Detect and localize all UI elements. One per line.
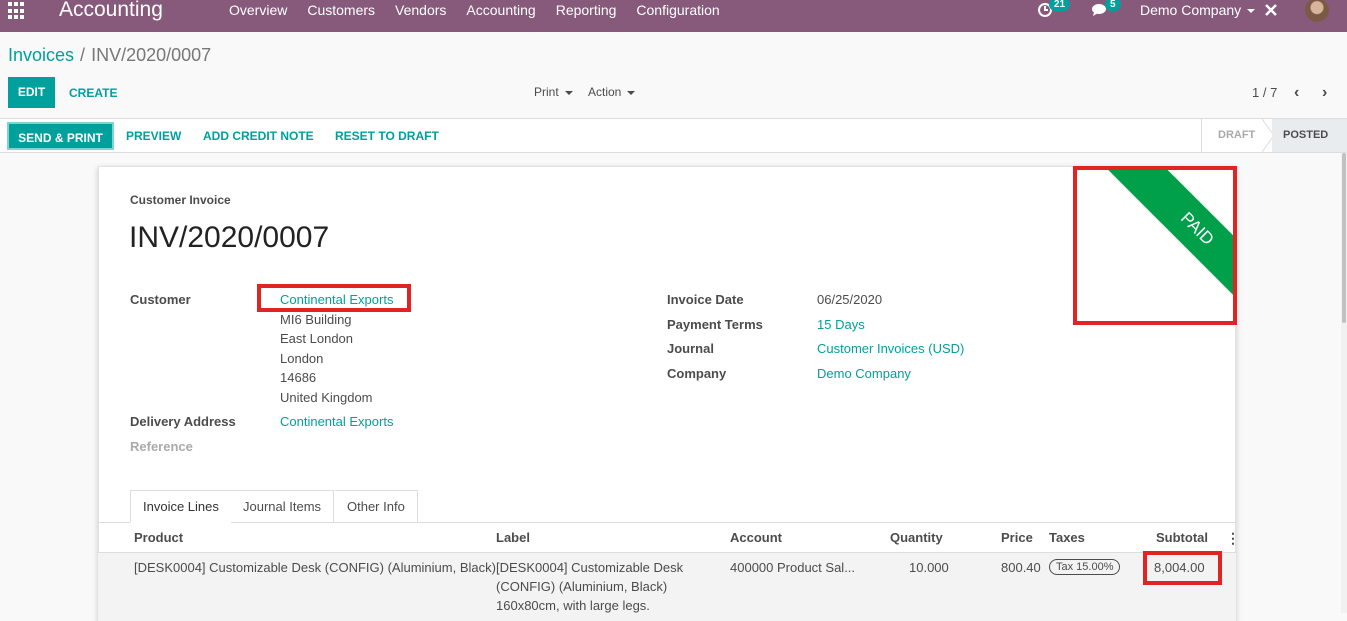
breadcrumb-separator: / bbox=[80, 45, 86, 65]
send-print-button[interactable]: SEND & PRINT bbox=[7, 122, 114, 150]
stage-draft[interactable]: DRAFT bbox=[1201, 119, 1263, 152]
cell-label-line: (CONFIG) (Aluminium, Black) bbox=[496, 579, 668, 594]
tax-badge: Tax 15.00% bbox=[1049, 559, 1121, 575]
col-subtotal[interactable]: Subtotal bbox=[1156, 530, 1208, 545]
preview-button[interactable]: PREVIEW bbox=[126, 129, 181, 143]
col-taxes[interactable]: Taxes bbox=[1049, 530, 1085, 545]
main-menu: Overview Customers Vendors Accounting Re… bbox=[219, 2, 730, 18]
invoice-date-label: Invoice Date bbox=[667, 292, 744, 307]
address-line: United Kingdom bbox=[280, 390, 373, 405]
breadcrumb: Invoices / INV/2020/0007 bbox=[8, 45, 211, 66]
tab-other-info[interactable]: Other Info bbox=[335, 490, 418, 523]
col-price[interactable]: Price bbox=[1001, 530, 1033, 545]
journal-link[interactable]: Customer Invoices (USD) bbox=[817, 341, 964, 356]
activity-count-badge: 21 bbox=[1049, 0, 1071, 11]
print-label: Print bbox=[534, 85, 559, 99]
apps-menu-icon[interactable] bbox=[8, 2, 26, 20]
cell-account: 400000 Product Sal... bbox=[730, 560, 856, 575]
highlight-subtotal-box bbox=[1143, 551, 1222, 585]
menu-overview[interactable]: Overview bbox=[219, 2, 297, 18]
stage-posted-label: POSTED bbox=[1283, 129, 1329, 141]
cell-label-line: [DESK0004] Customizable Desk bbox=[496, 560, 684, 575]
address-line: 14686 bbox=[280, 370, 317, 385]
column-options-icon[interactable]: ⋮ bbox=[1226, 530, 1240, 547]
menu-customers[interactable]: Customers bbox=[297, 2, 385, 18]
scrollbar-thumb[interactable] bbox=[1342, 153, 1346, 323]
caret-down-icon bbox=[1247, 9, 1256, 14]
add-credit-note-button[interactable]: ADD CREDIT NOTE bbox=[203, 129, 314, 143]
highlight-customer-box bbox=[257, 284, 411, 312]
menu-accounting[interactable]: Accounting bbox=[456, 2, 545, 18]
user-avatar[interactable] bbox=[1305, 0, 1329, 22]
app-brand[interactable]: Accounting bbox=[59, 0, 163, 22]
highlight-paid-box bbox=[1073, 166, 1237, 325]
delivery-address-link[interactable]: Continental Exports bbox=[280, 414, 393, 429]
menu-configuration[interactable]: Configuration bbox=[626, 2, 729, 18]
systray: 21 5 Demo Company bbox=[1027, 0, 1347, 32]
invoice-type-label: Customer Invoice bbox=[130, 193, 231, 207]
edit-button[interactable]: EDIT bbox=[8, 77, 55, 108]
col-quantity[interactable]: Quantity bbox=[890, 530, 943, 545]
action-dropdown[interactable]: Action bbox=[588, 85, 636, 99]
action-label: Action bbox=[588, 85, 622, 99]
address-line: East London bbox=[280, 331, 354, 346]
payment-terms-link[interactable]: 15 Days bbox=[817, 317, 865, 332]
cell-product: [DESK0004] Customizable Desk (CONFIG) (A… bbox=[134, 560, 496, 575]
cell-label-line: 160x80cm, with large legs. bbox=[496, 598, 650, 613]
company-link[interactable]: Demo Company bbox=[817, 366, 911, 381]
top-navbar: Accounting Overview Customers Vendors Ac… bbox=[0, 0, 1347, 32]
menu-reporting[interactable]: Reporting bbox=[546, 2, 627, 18]
breadcrumb-current: INV/2020/0007 bbox=[91, 45, 212, 65]
stage-draft-label: DRAFT bbox=[1218, 129, 1256, 141]
col-account[interactable]: Account bbox=[730, 530, 782, 545]
pager-value[interactable]: 1 / 7 bbox=[1252, 85, 1277, 100]
delivery-address-label: Delivery Address bbox=[130, 414, 236, 429]
company-switcher[interactable]: Demo Company bbox=[1140, 2, 1256, 18]
journal-label: Journal bbox=[667, 341, 714, 356]
caret-down-icon bbox=[627, 90, 636, 95]
message-count-badge: 5 bbox=[1105, 0, 1121, 11]
tab-journal-items[interactable]: Journal Items bbox=[231, 490, 335, 523]
debug-tools-icon[interactable] bbox=[1263, 2, 1279, 21]
page-scrollbar[interactable] bbox=[1341, 153, 1347, 613]
address-line: London bbox=[280, 351, 324, 366]
payment-terms-label: Payment Terms bbox=[667, 317, 763, 332]
pager-previous-icon[interactable]: ‹ bbox=[1294, 84, 1299, 102]
status-bar: SEND & PRINT PREVIEW ADD CREDIT NOTE RES… bbox=[0, 118, 1347, 153]
pager-next-icon[interactable]: › bbox=[1322, 84, 1327, 102]
tab-invoice-lines[interactable]: Invoice Lines bbox=[130, 490, 232, 523]
cell-price: 800.40 bbox=[1001, 560, 1041, 575]
menu-vendors[interactable]: Vendors bbox=[385, 2, 456, 18]
col-product[interactable]: Product bbox=[134, 530, 183, 545]
stage-posted[interactable]: POSTED bbox=[1272, 119, 1347, 152]
col-label[interactable]: Label bbox=[496, 530, 530, 545]
cell-quantity: 10.000 bbox=[909, 560, 949, 575]
create-button[interactable]: CREATE bbox=[69, 86, 117, 100]
company-label: Company bbox=[667, 366, 727, 381]
reference-label: Reference bbox=[130, 439, 193, 454]
breadcrumb-invoices[interactable]: Invoices bbox=[8, 45, 74, 65]
invoice-number-title: INV/2020/0007 bbox=[129, 221, 330, 254]
address-line: MI6 Building bbox=[280, 312, 352, 327]
reset-to-draft-button[interactable]: RESET TO DRAFT bbox=[335, 129, 439, 143]
customer-label: Customer bbox=[130, 292, 191, 307]
caret-down-icon bbox=[564, 90, 573, 95]
company-name: Demo Company bbox=[1140, 2, 1242, 18]
invoice-date-value: 06/25/2020 bbox=[817, 292, 883, 307]
print-dropdown[interactable]: Print bbox=[534, 85, 573, 99]
